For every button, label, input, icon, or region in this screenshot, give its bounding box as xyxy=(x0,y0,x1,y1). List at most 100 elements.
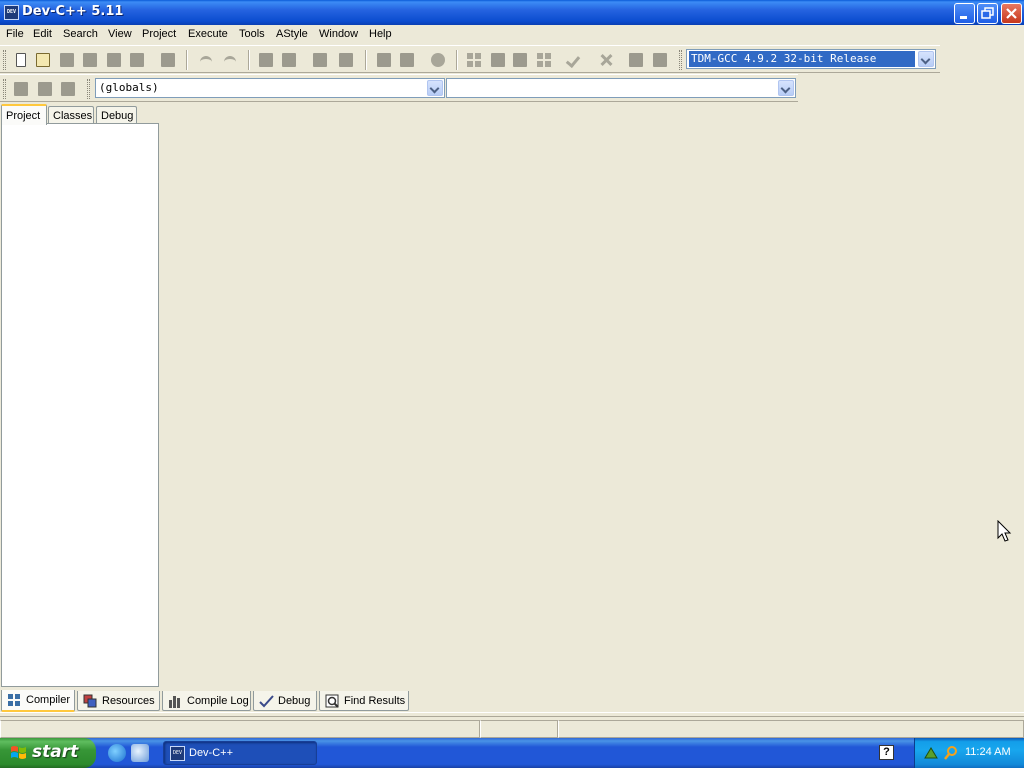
bar-chart-icon xyxy=(169,696,180,708)
tab-resources[interactable]: Resources xyxy=(77,691,160,711)
open-button[interactable] xyxy=(33,51,53,69)
replace-button[interactable] xyxy=(279,51,299,69)
compile-button[interactable] xyxy=(464,51,484,69)
toolbar-grip[interactable] xyxy=(87,79,90,99)
window-title: Dev-C++ 5.11 xyxy=(22,4,124,19)
windows-logo-icon xyxy=(11,746,26,759)
close-all-button[interactable] xyxy=(127,51,147,69)
tab-compiler[interactable]: Compiler xyxy=(1,690,75,712)
chevron-down-icon[interactable] xyxy=(918,51,934,67)
ie-launcher-icon[interactable] xyxy=(131,744,149,762)
resources-icon xyxy=(83,694,97,708)
menu-project[interactable]: Project xyxy=(142,28,176,40)
compiler-select[interactable]: TDM-GCC 4.9.2 32-bit Release xyxy=(686,49,936,69)
declaration-icon xyxy=(61,82,75,96)
compile-icon xyxy=(467,53,481,67)
print-button[interactable] xyxy=(158,51,178,69)
syntax-check-button[interactable] xyxy=(564,51,584,69)
network-icon[interactable] xyxy=(923,745,939,761)
tab-find-results[interactable]: Find Results xyxy=(319,691,409,711)
scope-select-value: (globals) xyxy=(99,81,159,94)
goto-line-icon xyxy=(339,53,353,67)
tab-project[interactable]: Project xyxy=(1,104,47,125)
goto-declaration-button[interactable] xyxy=(58,80,78,98)
tab-compile-log-label: Compile Log xyxy=(187,695,249,707)
status-cell xyxy=(480,720,558,738)
stop-execution-button[interactable] xyxy=(596,51,616,69)
tab-debug-output[interactable]: Debug xyxy=(253,691,317,711)
minimize-button[interactable] xyxy=(954,3,975,24)
search-icon[interactable] xyxy=(943,745,959,761)
left-panel-tabs: Project Classes Debug xyxy=(0,104,160,125)
close-button[interactable] xyxy=(1001,3,1022,24)
restore-button[interactable] xyxy=(977,3,998,24)
toolbar-separator xyxy=(456,50,458,70)
new-file-button[interactable] xyxy=(11,51,31,69)
menu-help[interactable]: Help xyxy=(369,28,392,40)
menu-search[interactable]: Search xyxy=(63,28,98,40)
undo-icon xyxy=(199,53,213,67)
panel-splitter[interactable] xyxy=(0,712,1024,717)
goto-line-button[interactable] xyxy=(336,51,356,69)
new-class-button[interactable] xyxy=(11,80,31,98)
compile-run-button[interactable] xyxy=(510,51,530,69)
status-cell xyxy=(0,720,480,738)
toolbar-grip[interactable] xyxy=(679,50,682,70)
taskbar-item-devcpp[interactable]: DEV Dev-C++ xyxy=(163,741,317,765)
menu-file[interactable]: File xyxy=(6,28,24,40)
tab-classes-label: Classes xyxy=(53,110,93,122)
toolbar-grip[interactable] xyxy=(3,79,6,99)
toolbar-grip[interactable] xyxy=(3,50,6,70)
print-icon xyxy=(161,53,175,67)
toggle-bookmark-button[interactable] xyxy=(428,51,448,69)
compile-run-icon xyxy=(513,53,527,67)
open-icon xyxy=(36,53,50,67)
menu-execute[interactable]: Execute xyxy=(188,28,228,40)
insert-button[interactable] xyxy=(35,80,55,98)
project-explorer[interactable] xyxy=(1,123,159,687)
delete-profile-icon xyxy=(653,53,667,67)
scope-select[interactable]: (globals) xyxy=(95,78,445,98)
title-bar[interactable]: DEV Dev-C++ 5.11 xyxy=(0,0,1024,25)
internet-explorer-icon[interactable] xyxy=(108,744,126,762)
delete-profile-button[interactable] xyxy=(650,51,670,69)
profile-button[interactable] xyxy=(626,51,646,69)
close-file-icon xyxy=(107,53,121,67)
save-button[interactable] xyxy=(57,51,77,69)
find-next-button[interactable] xyxy=(310,51,330,69)
member-select[interactable] xyxy=(446,78,796,98)
save-all-button[interactable] xyxy=(80,51,100,69)
find-next-icon xyxy=(313,53,327,67)
redo-button[interactable] xyxy=(220,51,240,69)
menu-window[interactable]: Window xyxy=(319,28,358,40)
rebuild-all-button[interactable] xyxy=(534,51,554,69)
close-file-button[interactable] xyxy=(104,51,124,69)
close-icon xyxy=(1006,8,1017,19)
menu-edit[interactable]: Edit xyxy=(33,28,52,40)
chevron-down-icon[interactable] xyxy=(778,80,794,96)
redo-icon xyxy=(223,53,237,67)
tab-project-label: Project xyxy=(6,110,41,122)
help-icon[interactable]: ? xyxy=(879,745,894,760)
menu-tools[interactable]: Tools xyxy=(239,28,265,40)
desktop: DEV Dev-C++ 5.11 File Edit Search View P… xyxy=(0,0,1024,768)
stop-icon xyxy=(599,53,613,67)
start-button[interactable]: start xyxy=(0,738,96,768)
bookmark-icon xyxy=(431,53,445,67)
mouse-cursor-icon xyxy=(997,520,1012,542)
tab-compile-log[interactable]: Compile Log xyxy=(162,691,251,711)
undo-button[interactable] xyxy=(196,51,216,69)
clock: 11:24 AM xyxy=(965,746,1011,758)
insert-icon xyxy=(38,82,52,96)
replace-icon xyxy=(282,53,296,67)
menu-astyle[interactable]: AStyle xyxy=(276,28,308,40)
find-button[interactable] xyxy=(256,51,276,69)
indent-button[interactable] xyxy=(374,51,394,69)
menu-view[interactable]: View xyxy=(108,28,132,40)
main-toolbar: TDM-GCC 4.9.2 32-bit Release xyxy=(0,45,940,73)
unindent-button[interactable] xyxy=(397,51,417,69)
system-tray: 11:24 AM xyxy=(914,738,1024,768)
run-button[interactable] xyxy=(488,51,508,69)
chevron-down-icon[interactable] xyxy=(427,80,443,96)
find-icon xyxy=(259,53,273,67)
